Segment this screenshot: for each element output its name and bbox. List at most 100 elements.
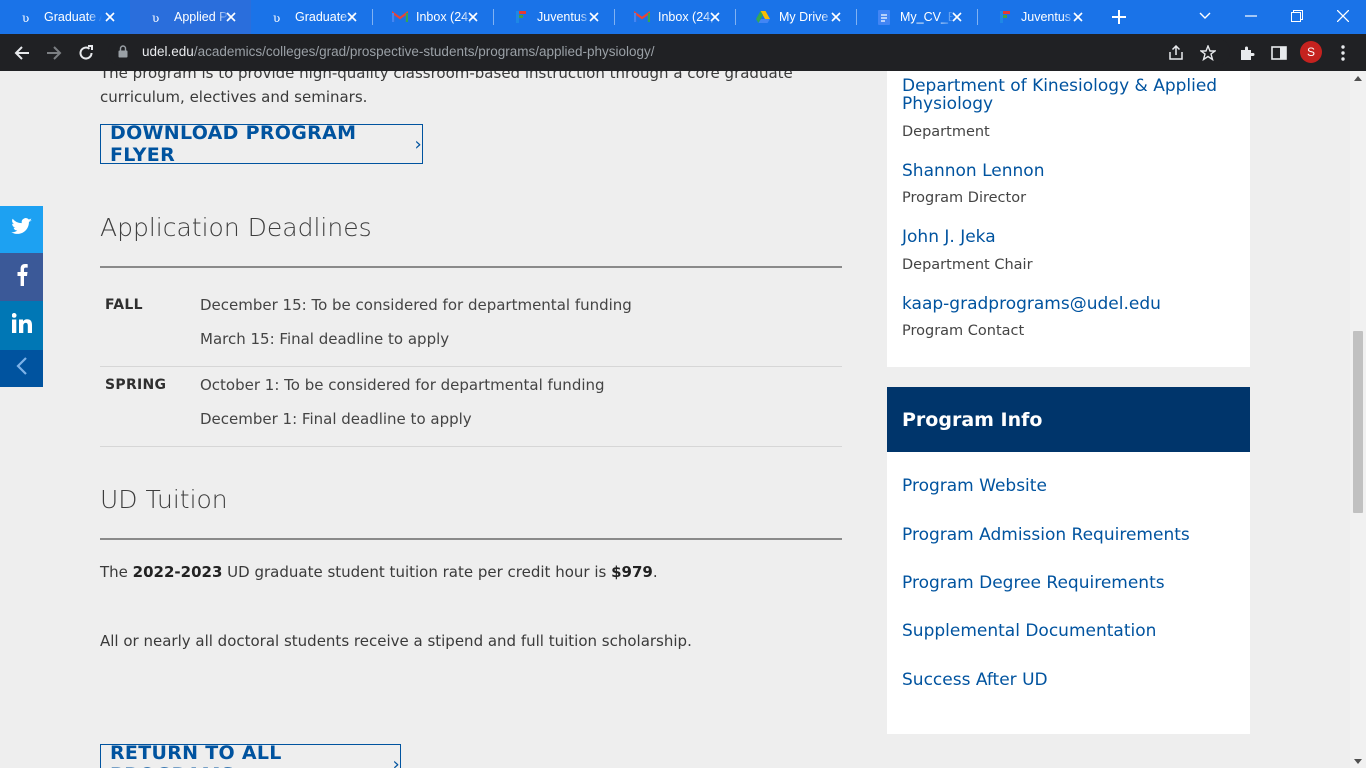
profile-avatar[interactable]: S: [1300, 41, 1322, 63]
contacts-card: Department of Kinesiology & Applied Phys…: [887, 71, 1250, 367]
tab-title: Juventus -: [537, 10, 592, 24]
close-icon[interactable]: [828, 9, 844, 25]
reload-icon[interactable]: [73, 40, 99, 66]
deadlines-heading: Application Deadlines: [100, 213, 372, 242]
drive-icon: [755, 9, 771, 25]
tab-title: Applied Physiology: [174, 10, 230, 24]
tab-title: Juventus -: [1021, 10, 1076, 24]
tab-my-drive[interactable]: My Drive -: [735, 0, 856, 34]
tab-search-chevron-icon[interactable]: [1182, 0, 1228, 32]
page-content: The program is to provide high-quality c…: [0, 71, 1350, 768]
share-icon[interactable]: [1163, 40, 1189, 66]
term-fall: FALL: [105, 297, 143, 313]
close-icon[interactable]: [949, 9, 965, 25]
url-path: /academics/colleges/grad/prospective-stu…: [193, 44, 655, 59]
deadline-item: December 15: To be considered for depart…: [200, 296, 632, 314]
linkedin-share-button[interactable]: [0, 301, 43, 350]
linkedin-icon: [11, 313, 32, 338]
tab-title: Graduate Admissions: [44, 10, 102, 24]
window-close-icon[interactable]: [1320, 0, 1366, 32]
tab-graduate-admissions-2[interactable]: ʋ Graduate Admissions: [251, 0, 372, 34]
tab-strip: ʋ Graduate Admissions ʋ Applied Physiolo…: [0, 0, 1366, 34]
tab-applied-physiology[interactable]: ʋ Applied Physiology: [130, 0, 251, 34]
close-icon[interactable]: [465, 9, 481, 25]
forward-arrow-icon[interactable]: [41, 40, 67, 66]
close-icon[interactable]: [223, 9, 239, 25]
deadline-item: December 1: Final deadline to apply: [200, 410, 472, 428]
heading-divider: [100, 538, 842, 540]
admission-requirements-link[interactable]: Program Admission Requirements: [902, 525, 1190, 545]
row-divider: [100, 366, 842, 367]
heading-divider: [100, 266, 842, 268]
lock-icon[interactable]: [118, 45, 128, 63]
download-flyer-label: DOWNLOAD PROGRAM FLYER: [110, 122, 357, 166]
tuition-year: 2022-2023: [132, 563, 223, 581]
tuition-mid: UD graduate student tuition rate per cre…: [222, 563, 612, 581]
tuition-pre: The: [100, 563, 133, 581]
contact-link-department-chair[interactable]: John J. Jeka: [902, 227, 996, 247]
deadline-item: October 1: To be considered for departme…: [200, 376, 605, 394]
tab-juventus-1[interactable]: Juventus -: [493, 0, 614, 34]
tab-graduate-admissions-1[interactable]: ʋ Graduate Admissions: [0, 0, 130, 34]
browser-toolbar: udel.edu/academics/colleges/grad/prospec…: [0, 34, 1366, 71]
contact-link-program-director[interactable]: Shannon Lennon: [902, 161, 1044, 181]
juventus-icon: [997, 9, 1013, 25]
svg-text:ʋ: ʋ: [22, 11, 29, 24]
tuition-heading: UD Tuition: [100, 485, 228, 514]
return-to-programs-button[interactable]: RETURN TO ALL PROGRAMS ›: [100, 742, 401, 768]
collapse-share-button[interactable]: [0, 350, 43, 387]
bookmark-star-icon[interactable]: [1195, 40, 1221, 66]
program-intro-text: The program is to provide high-quality c…: [100, 71, 793, 106]
extensions-puzzle-icon[interactable]: [1234, 40, 1260, 66]
svg-text:ʋ: ʋ: [273, 11, 280, 24]
twitter-share-button[interactable]: [0, 206, 43, 253]
supplemental-documentation-link[interactable]: Supplemental Documentation: [902, 621, 1156, 641]
program-website-link[interactable]: Program Website: [902, 476, 1047, 496]
page-scrollbar[interactable]: [1350, 71, 1366, 768]
juventus-icon: [513, 9, 529, 25]
facebook-share-button[interactable]: [0, 253, 43, 301]
stipend-text: All or nearly all doctoral students rece…: [100, 632, 692, 650]
close-icon[interactable]: [102, 9, 118, 25]
ud-logo-icon: ʋ: [271, 9, 287, 25]
twitter-icon: [10, 218, 33, 241]
restore-icon[interactable]: [1274, 0, 1320, 32]
close-icon[interactable]: [1070, 9, 1086, 25]
side-panel-icon[interactable]: [1266, 40, 1292, 66]
close-icon[interactable]: [707, 9, 723, 25]
minimize-icon[interactable]: [1228, 0, 1274, 32]
url-host: udel.edu: [142, 44, 194, 59]
gmail-icon: [634, 9, 650, 25]
close-icon[interactable]: [344, 9, 360, 25]
new-tab-plus-icon[interactable]: [1108, 6, 1130, 28]
tuition-rate: $979: [611, 563, 653, 581]
contact-link-department[interactable]: Department of Kinesiology & Applied Phys…: [902, 77, 1232, 113]
scrollbar-thumb[interactable]: [1353, 331, 1363, 513]
facebook-icon: [16, 263, 28, 291]
address-bar[interactable]: udel.edu/academics/colleges/grad/prospec…: [108, 38, 1230, 66]
gmail-icon: [392, 9, 408, 25]
chevron-right-icon: ›: [392, 753, 400, 768]
tab-juventus-2[interactable]: Juventus -: [977, 0, 1098, 34]
degree-requirements-link[interactable]: Program Degree Requirements: [902, 573, 1165, 593]
term-spring: SPRING: [105, 377, 167, 393]
kebab-menu-icon[interactable]: [1330, 40, 1356, 66]
ud-logo-icon: ʋ: [150, 9, 166, 25]
row-divider: [100, 446, 842, 447]
tab-inbox-2[interactable]: Inbox (24,4: [614, 0, 735, 34]
docs-icon: [876, 9, 892, 25]
scroll-down-arrow-icon[interactable]: [1354, 759, 1362, 764]
back-arrow-icon[interactable]: [9, 40, 35, 66]
deadline-item: March 15: Final deadline to apply: [200, 330, 450, 348]
contact-email-link[interactable]: kaap-gradprograms@udel.edu: [902, 294, 1161, 314]
scroll-up-arrow-icon[interactable]: [1354, 76, 1362, 81]
program-info-heading: Program Info: [887, 387, 1250, 452]
tab-inbox-1[interactable]: Inbox (24,4: [372, 0, 493, 34]
tab-my-cv[interactable]: My_CV_Edit: [856, 0, 977, 34]
close-icon[interactable]: [586, 9, 602, 25]
url-text[interactable]: udel.edu/academics/colleges/grad/prospec…: [142, 44, 655, 59]
ud-logo-icon: ʋ: [20, 9, 36, 25]
chevron-right-icon: ›: [414, 133, 422, 155]
success-after-ud-link[interactable]: Success After UD: [902, 670, 1048, 690]
download-flyer-button[interactable]: DOWNLOAD PROGRAM FLYER ›: [100, 122, 423, 166]
